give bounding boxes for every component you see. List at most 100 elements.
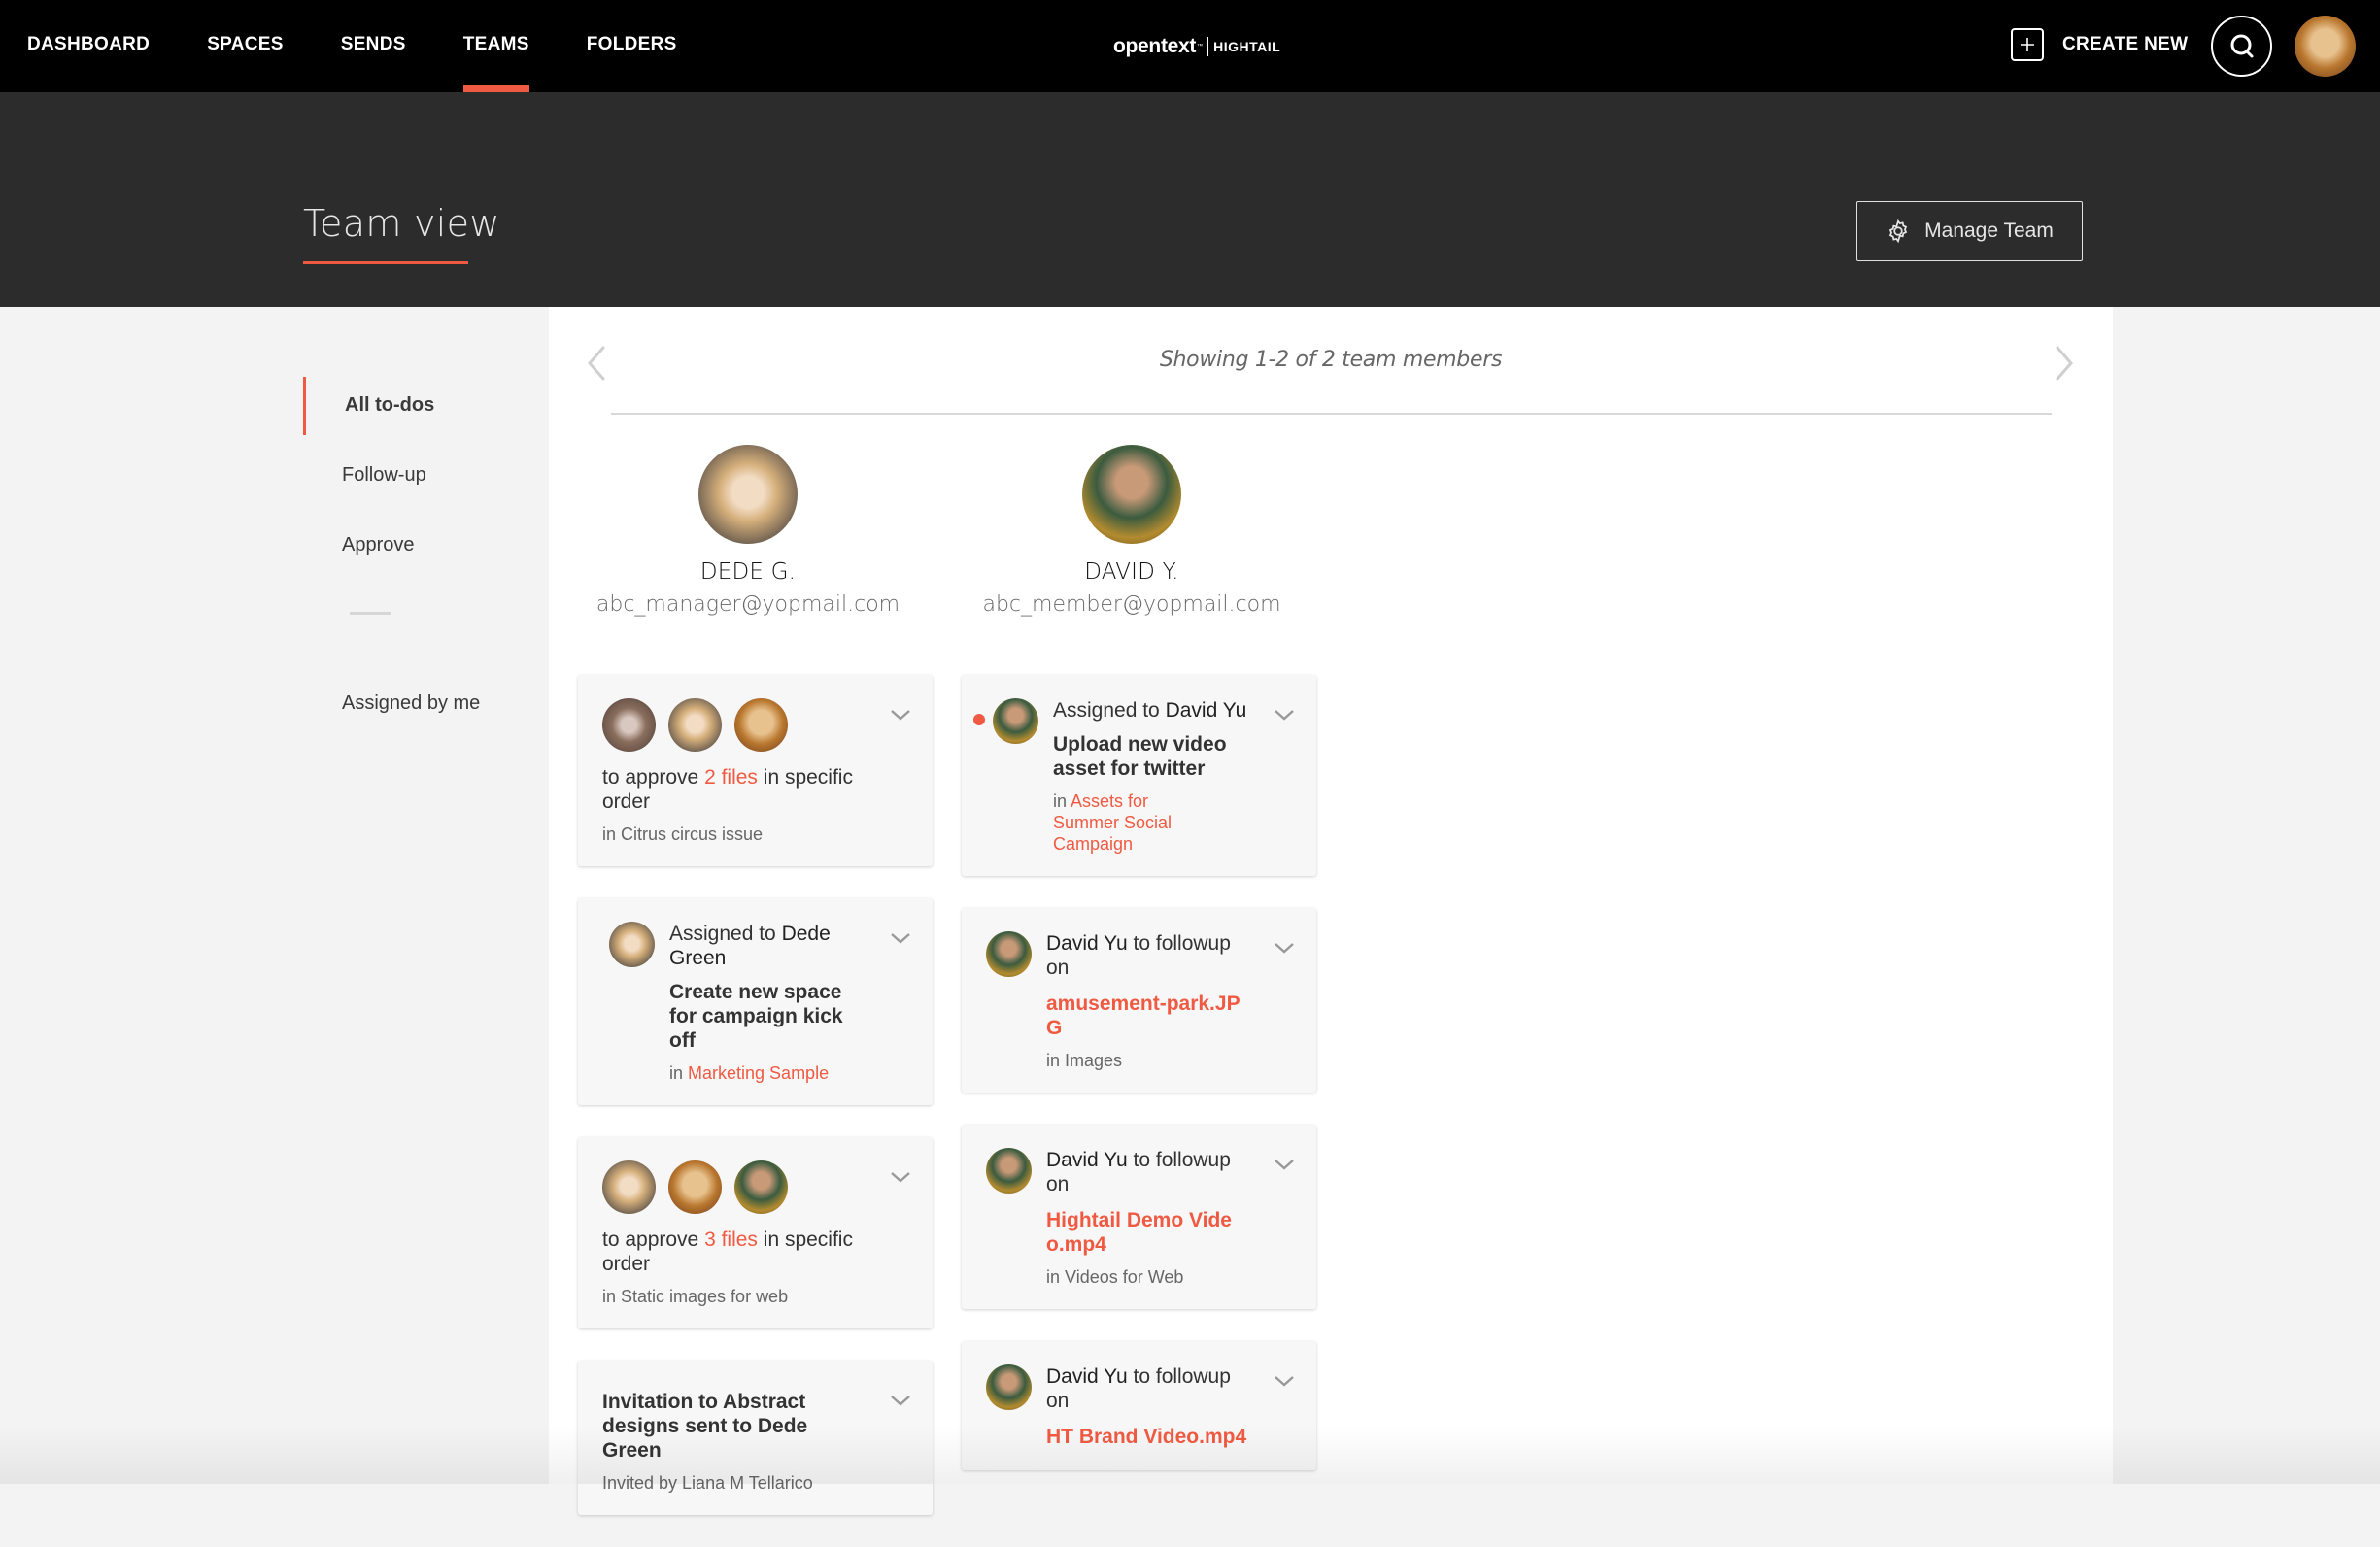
create-new-button[interactable]: CREATE NEW [2011,27,2188,62]
chevron-down-icon[interactable] [1274,941,1295,955]
unread-indicator [973,714,985,725]
assigned-to: Assigned to Dede Green [669,922,865,970]
top-nav: DASHBOARD SPACES SENDS TEAMS FOLDERS ope… [0,0,2380,92]
todo-title: Upload new video asset for twitter [1053,733,1227,780]
brand-logo[interactable]: opentext ™ HIGHTAIL [1113,33,1280,60]
avatar [602,698,656,752]
location-prefix: in [669,1063,689,1083]
assignee-avatar [986,1364,1032,1410]
chevron-down-icon[interactable] [890,708,911,722]
plus-icon [2011,28,2044,61]
followup-header: David Yu to followup on [1046,931,1248,980]
member-avatar [698,445,798,544]
sidebar-item-all-todos[interactable]: All to-dos [303,375,480,435]
todo-filter-sidebar: All to-dos Follow-up Approve Assigned by… [303,375,480,743]
assignee-name: David Yu [1046,1149,1128,1171]
chevron-right-icon [2056,346,2073,381]
team-member[interactable]: DEDE G. abc_manager@yopmail.com [563,445,933,617]
page-title: Team view [303,202,500,245]
pagination-status: Showing 1-2 of 2 team members [1159,348,1503,372]
chevron-down-icon[interactable] [890,1170,911,1184]
todo-column-dede: to approve 2 files in specific order in … [578,675,933,1547]
todo-text: to approve [602,1228,705,1251]
nav-menu: DASHBOARD SPACES SENDS TEAMS FOLDERS [27,0,734,92]
todo-column-david: Assigned to David Yu Upload new video as… [962,675,1316,1502]
todo-location: in Videos for Web [1046,1267,1184,1287]
sidebar-item-assigned-by-me[interactable]: Assigned by me [303,673,480,733]
assignee-avatar [986,1148,1032,1194]
todo-title: Create new space for campaign kick off [669,981,843,1052]
nav-spaces[interactable]: SPACES [207,0,284,92]
approver-avatars [602,1160,865,1214]
todo-card[interactable]: Assigned to Dede Green Create new space … [578,898,933,1105]
nav-teams[interactable]: TEAMS [462,0,529,92]
assignee-name: David Yu [1165,699,1247,722]
chevron-down-icon[interactable] [890,1394,911,1407]
files-link[interactable]: 3 files [704,1228,758,1251]
team-member[interactable]: DAVID Y. abc_member@yopmail.com [947,445,1316,617]
member-avatar [1082,445,1181,544]
logo-trademark: ™ [1197,44,1204,50]
todo-card[interactable]: David Yu to followup on amusement-park.J… [962,908,1316,1093]
chevron-down-icon[interactable] [1274,1374,1295,1388]
location-prefix: in [1053,791,1071,811]
assigned-to: Assigned to David Yu [1053,698,1287,723]
todo-card[interactable]: to approve 2 files in specific order in … [578,675,933,866]
followup-header: David Yu to followup on [1046,1364,1248,1413]
todo-location: in Static images for web [602,1287,789,1306]
chevron-down-icon[interactable] [1274,1158,1295,1171]
nav-folders[interactable]: FOLDERS [587,0,677,92]
todo-card[interactable]: Assigned to David Yu Upload new video as… [962,675,1316,876]
search-icon [2230,34,2253,57]
chevron-down-icon[interactable] [1274,708,1295,722]
title-underline [303,261,468,264]
logo-opentext: opentext [1113,35,1197,57]
avatar [668,698,722,752]
search-button[interactable] [2211,16,2272,77]
assignee-avatar [993,698,1038,744]
todo-description: to approve 3 files in specific order [602,1228,865,1276]
avatar [734,1160,788,1214]
member-email: abc_manager@yopmail.com [595,592,901,617]
next-page-button[interactable] [2050,342,2079,385]
invited-by: Invited by Liana M Tellarico [602,1473,813,1493]
nav-dashboard[interactable]: DASHBOARD [27,0,150,92]
followup-header: David Yu to followup on [1046,1148,1248,1196]
create-new-label: CREATE NEW [2062,34,2189,54]
todo-location: in Citrus circus issue [602,824,764,844]
file-link[interactable]: Hightail Demo Video.mp4 [1046,1208,1248,1257]
space-link[interactable]: Assets for Summer Social Campaign [1053,791,1172,854]
assignee-avatar [986,931,1032,977]
assignee-name: David Yu [1046,932,1128,955]
team-panel: Showing 1-2 of 2 team members DEDE G. ab… [549,307,2113,1515]
nav-sends[interactable]: SENDS [341,0,406,92]
manage-team-button[interactable]: Manage Team [1856,201,2083,261]
manage-team-label: Manage Team [1924,219,2054,242]
logo-separator [1207,37,1209,56]
todo-location: in Images [1046,1051,1123,1070]
assignee-name: David Yu [1046,1365,1128,1388]
user-avatar[interactable] [2295,16,2356,77]
invitation-title: Invitation to Abstract designs sent to D… [602,1391,808,1462]
file-link[interactable]: HT Brand Video.mp4 [1046,1425,1248,1449]
todo-description: to approve 2 files in specific order [602,765,865,814]
avatar [602,1160,656,1214]
todo-location: in Assets for Summer Social Campaign [1053,790,1199,855]
sidebar-item-approve[interactable]: Approve [303,515,480,575]
todo-card[interactable]: David Yu to followup on HT Brand Video.m… [962,1341,1316,1470]
file-link[interactable]: amusement-park.JPG [1046,992,1248,1040]
space-link[interactable]: Marketing Sample [688,1063,829,1083]
approver-avatars [602,698,865,752]
todo-card[interactable]: Invitation to Abstract designs sent to D… [578,1361,933,1515]
assigned-prefix: Assigned to [1053,699,1166,722]
files-link[interactable]: 2 files [704,766,758,789]
sidebar-item-follow-up[interactable]: Follow-up [303,445,480,505]
page-header [0,92,2380,307]
sidebar-divider [350,612,391,615]
todo-card[interactable]: to approve 3 files in specific order in … [578,1137,933,1328]
todo-location: in Marketing Sample [669,1062,865,1084]
todo-text: to approve [602,766,705,789]
todo-card[interactable]: David Yu to followup on Hightail Demo Vi… [962,1125,1316,1309]
chevron-down-icon[interactable] [890,931,911,945]
assignee-avatar [609,922,655,967]
